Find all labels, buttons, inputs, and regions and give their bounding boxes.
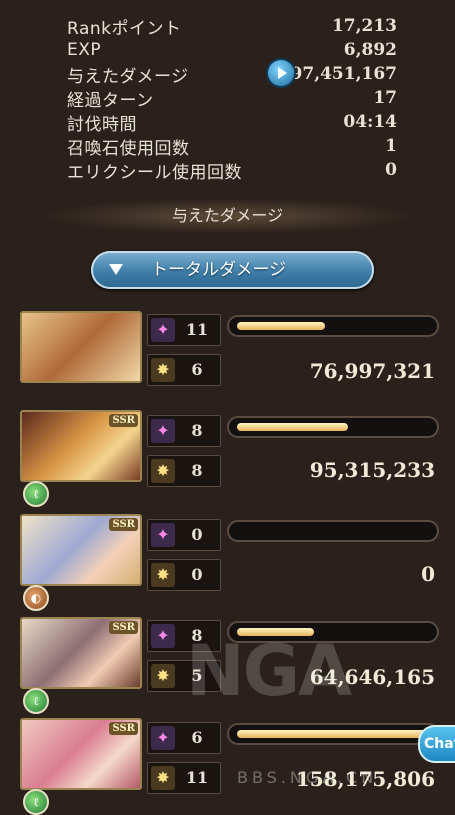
- damage-type-dropdown[interactable]: トータルダメージ: [91, 251, 374, 289]
- stat-value: 0: [385, 160, 397, 180]
- stat-damage-dealt: 与えたダメージ 397,451,167: [67, 62, 397, 87]
- character-portrait[interactable]: SSR: [20, 718, 142, 790]
- earth-element-icon: ◐: [23, 585, 49, 611]
- dropdown-selected-label: トータルダメージ: [151, 260, 287, 280]
- ssr-badge: SSR: [109, 414, 138, 427]
- damage-bar-fill: [237, 423, 348, 431]
- ssr-badge: SSR: [109, 518, 138, 531]
- stat-value: 6,892: [343, 40, 397, 60]
- ca-count: 11: [185, 768, 209, 787]
- stat-elixir-uses: エリクシール使用回数 0: [67, 158, 397, 183]
- ca-count: 8: [191, 461, 203, 480]
- stat-label: エリクシール使用回数: [67, 162, 242, 183]
- stat-label: 召喚石使用回数: [67, 138, 190, 159]
- damage-bar: [227, 315, 439, 337]
- skill-sparkle-icon: ✦: [151, 624, 175, 648]
- charge-attack-icon: ✸: [151, 664, 175, 688]
- character-card: SSR ℓ ✦ 6 ✸ 11 158,175,806: [20, 718, 450, 815]
- skill-count: 11: [185, 320, 209, 339]
- ssr-badge: SSR: [109, 621, 138, 634]
- damage-value: 76,997,321: [309, 359, 435, 383]
- damage-bar: [227, 723, 439, 745]
- triangle-down-icon: [109, 264, 123, 275]
- chat-button[interactable]: Chat: [418, 725, 455, 763]
- play-icon[interactable]: [268, 60, 294, 86]
- stat-label: EXP: [67, 40, 102, 60]
- damage-bar-fill: [237, 322, 325, 330]
- skill-count: 6: [191, 728, 203, 747]
- character-portrait[interactable]: SSR: [20, 410, 142, 482]
- character-portrait[interactable]: [20, 311, 142, 383]
- wind-element-icon: ℓ: [23, 688, 49, 714]
- stat-summon-uses: 召喚石使用回数 1: [67, 134, 397, 159]
- wind-element-icon: ℓ: [23, 789, 49, 815]
- stat-label: 経過ターン: [67, 90, 154, 111]
- ca-count: 6: [191, 360, 203, 379]
- stat-value: 17,213: [331, 16, 397, 36]
- damage-value: 95,315,233: [309, 458, 435, 482]
- ca-count-box: ✸ 6: [147, 354, 221, 386]
- section-header: 与えたダメージ: [40, 198, 415, 234]
- stat-value: 17: [373, 88, 397, 108]
- ca-count: 0: [191, 565, 203, 584]
- skill-count-box: ✦ 11: [147, 314, 221, 346]
- skill-sparkle-icon: ✦: [151, 726, 175, 750]
- stat-label: 討伐時間: [67, 114, 137, 135]
- watermark-url: BBS.NGA.CN: [237, 768, 378, 787]
- skill-count-box: ✦ 8: [147, 415, 221, 447]
- wind-element-icon: ℓ: [23, 481, 49, 507]
- damage-value: 0: [421, 562, 435, 586]
- ca-count-box: ✸ 0: [147, 559, 221, 591]
- skill-count: 0: [191, 525, 203, 544]
- skill-sparkle-icon: ✦: [151, 523, 175, 547]
- character-portrait[interactable]: SSR: [20, 514, 142, 586]
- skill-sparkle-icon: ✦: [151, 419, 175, 443]
- skill-count-box: ✦ 6: [147, 722, 221, 754]
- stat-value: 04:14: [343, 112, 397, 132]
- character-card: ✦ 11 ✸ 6 76,997,321: [20, 311, 450, 396]
- stat-label: Rankポイント: [67, 18, 182, 39]
- stat-battle-time: 討伐時間 04:14: [67, 110, 397, 135]
- charge-attack-icon: ✸: [151, 358, 175, 382]
- damage-bar: [227, 520, 439, 542]
- character-portrait[interactable]: SSR: [20, 617, 142, 689]
- stat-value: 397,451,167: [278, 64, 397, 84]
- skill-sparkle-icon: ✦: [151, 318, 175, 342]
- character-card: SSR ℓ ✦ 8 ✸ 8 95,315,233: [20, 410, 450, 507]
- skill-count: 8: [191, 421, 203, 440]
- character-card: SSR ◐ ✦ 0 ✸ 0 0: [20, 514, 450, 611]
- charge-attack-icon: ✸: [151, 459, 175, 483]
- stat-exp: EXP 6,892: [67, 38, 397, 62]
- watermark-logo: NGA: [186, 630, 352, 712]
- stat-value: 1: [385, 136, 397, 156]
- stat-label: 与えたダメージ: [67, 66, 189, 87]
- damage-bar-fill: [237, 730, 429, 738]
- skill-count-box: ✦ 0: [147, 519, 221, 551]
- ca-count-box: ✸ 11: [147, 762, 221, 794]
- stat-rank-points: Rankポイント 17,213: [67, 14, 397, 39]
- stat-turns: 経過ターン 17: [67, 86, 397, 111]
- charge-attack-icon: ✸: [151, 766, 175, 790]
- ssr-badge: SSR: [109, 722, 138, 735]
- charge-attack-icon: ✸: [151, 563, 175, 587]
- damage-bar: [227, 416, 439, 438]
- ca-count-box: ✸ 8: [147, 455, 221, 487]
